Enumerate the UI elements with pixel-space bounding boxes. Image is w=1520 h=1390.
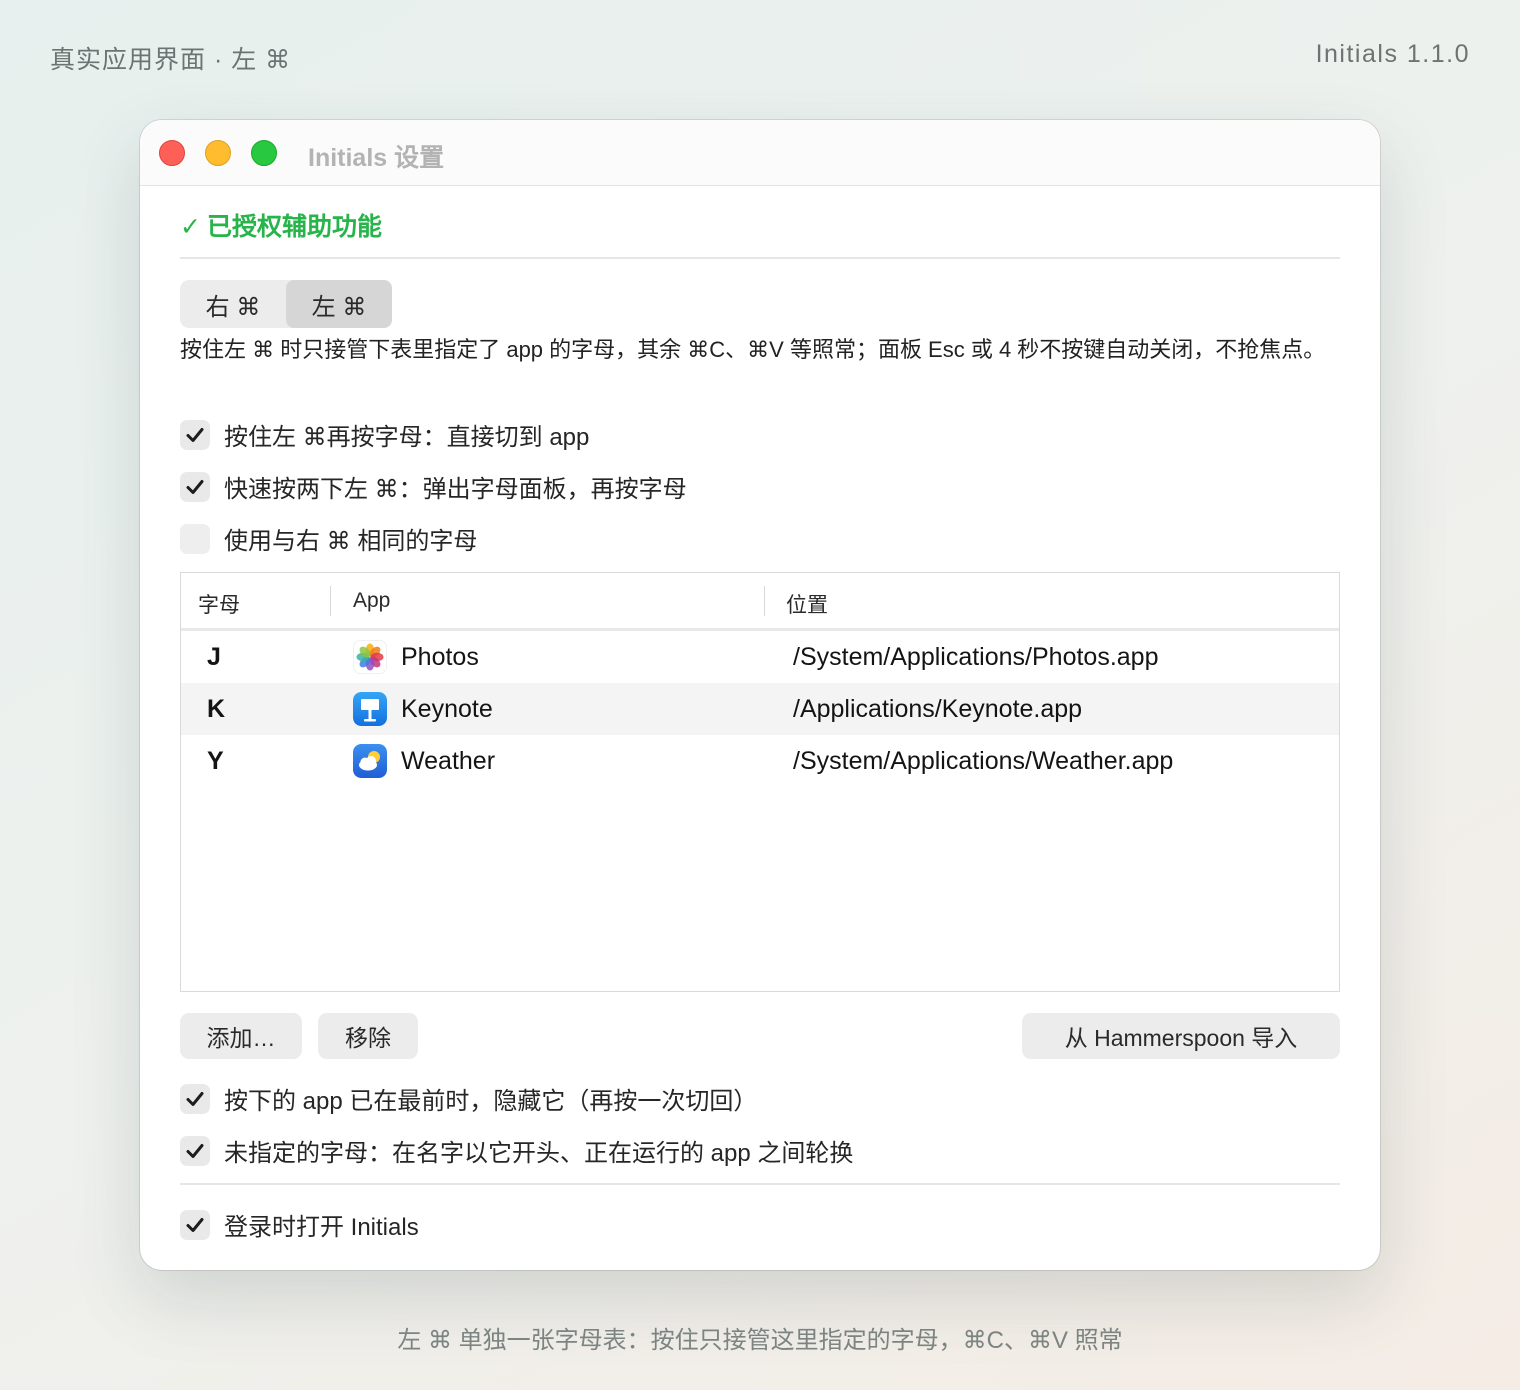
photos-icon xyxy=(353,640,387,674)
title-bar: Initials 设置 xyxy=(140,120,1380,186)
add-button[interactable]: 添加… xyxy=(180,1013,302,1059)
caption-bottom: 左 ⌘ 单独一张字母表：按住只接管这里指定的字母，⌘C、⌘V 照常 xyxy=(397,1327,1123,1354)
column-header-app[interactable]: App xyxy=(353,589,390,613)
option-label: 使用与右 ⌘ 相同的字母 xyxy=(224,528,478,555)
table-row[interactable]: Y Weather /System/Applications/Weather.a… xyxy=(181,735,1339,787)
import-hammerspoon-button[interactable]: 从 Hammerspoon 导入 xyxy=(1022,1013,1340,1059)
weather-icon xyxy=(353,744,387,778)
segment-left-command[interactable]: 左 ⌘ xyxy=(286,280,392,328)
column-header-location[interactable]: 位置 xyxy=(786,589,828,619)
row-app-name: Photos xyxy=(401,643,479,671)
accessibility-status: ✓ 已授权辅助功能 xyxy=(180,207,382,243)
row-app-path: /Applications/Keynote.app xyxy=(793,695,1083,723)
command-key-selector: 右 ⌘ 左 ⌘ xyxy=(180,280,392,328)
option-open-at-login: 登录时打开 Initials xyxy=(180,1207,419,1242)
row-letter: Y xyxy=(207,747,224,775)
letter-mapping-table: 字母 App 位置 J Photos /System/Applications/… xyxy=(180,572,1340,992)
checkmark-icon: ✓ xyxy=(180,213,201,241)
option-double-tap-panel-checkbox[interactable] xyxy=(180,471,210,502)
row-app-name: Keynote xyxy=(401,695,493,723)
table-row[interactable]: J Photos /System/Applications/Photos.app xyxy=(181,631,1339,683)
window-title: Initials 设置 xyxy=(308,144,445,172)
option-same-letters-checkbox[interactable] xyxy=(180,523,210,554)
checkmark-icon xyxy=(186,427,204,442)
table-row[interactable]: K Keynote /Applications/Keynote.app xyxy=(181,683,1339,735)
checkmark-icon xyxy=(186,1143,204,1158)
accessibility-status-text: 已授权辅助功能 xyxy=(206,213,382,241)
column-header-letter[interactable]: 字母 xyxy=(198,589,240,619)
divider xyxy=(180,257,1340,259)
option-hold-switch: 按住左 ⌘再按字母：直接切到 app xyxy=(180,417,589,452)
option-label: 快速按两下左 ⌘：弹出字母面板，再按字母 xyxy=(224,476,687,503)
minimize-window-button[interactable] xyxy=(205,140,231,166)
checkmark-icon xyxy=(186,1217,204,1232)
row-app-name: Weather xyxy=(401,747,496,775)
row-app-path: /System/Applications/Photos.app xyxy=(793,643,1159,671)
version-label: Initials 1.1.0 xyxy=(1315,40,1470,68)
option-label: 按下的 app 已在最前时，隐藏它（再按一次切回） xyxy=(224,1088,758,1115)
segment-right-command[interactable]: 右 ⌘ xyxy=(180,280,286,328)
option-label: 登录时打开 Initials xyxy=(224,1214,419,1241)
settings-window: Initials 设置 ✓ 已授权辅助功能 右 ⌘ 左 ⌘ 按住左 ⌘ 时只接管下… xyxy=(140,120,1380,1270)
option-open-at-login-checkbox[interactable] xyxy=(180,1209,210,1240)
option-hold-switch-checkbox[interactable] xyxy=(180,419,210,450)
option-label: 未指定的字母：在名字以它开头、正在运行的 app 之间轮换 xyxy=(224,1140,854,1167)
divider xyxy=(180,1183,1340,1185)
column-separator xyxy=(764,586,765,616)
option-same-letters: 使用与右 ⌘ 相同的字母 xyxy=(180,521,477,556)
checkmark-icon xyxy=(186,479,204,494)
zoom-window-button[interactable] xyxy=(251,140,277,166)
column-separator xyxy=(330,586,331,616)
table-header: 字母 App 位置 xyxy=(181,573,1339,631)
row-app-path: /System/Applications/Weather.app xyxy=(793,747,1174,775)
keynote-icon xyxy=(353,692,387,726)
option-cycle-unassigned-checkbox[interactable] xyxy=(180,1135,210,1166)
mode-description: 按住左 ⌘ 时只接管下表里指定了 app 的字母，其余 ⌘C、⌘V 等照常；面板… xyxy=(180,337,1326,362)
option-label: 按住左 ⌘再按字母：直接切到 app xyxy=(224,424,590,451)
option-hide-frontmost-checkbox[interactable] xyxy=(180,1083,210,1114)
option-hide-frontmost: 按下的 app 已在最前时，隐藏它（再按一次切回） xyxy=(180,1081,757,1116)
close-window-button[interactable] xyxy=(159,140,185,166)
caption-top-left: 真实应用界面 · 左 ⌘ xyxy=(50,46,292,74)
row-letter: K xyxy=(207,695,226,723)
row-letter: J xyxy=(207,643,221,671)
option-cycle-unassigned: 未指定的字母：在名字以它开头、正在运行的 app 之间轮换 xyxy=(180,1133,853,1168)
remove-button[interactable]: 移除 xyxy=(318,1013,418,1059)
checkmark-icon xyxy=(186,1091,204,1106)
option-double-tap-panel: 快速按两下左 ⌘：弹出字母面板，再按字母 xyxy=(180,469,687,504)
